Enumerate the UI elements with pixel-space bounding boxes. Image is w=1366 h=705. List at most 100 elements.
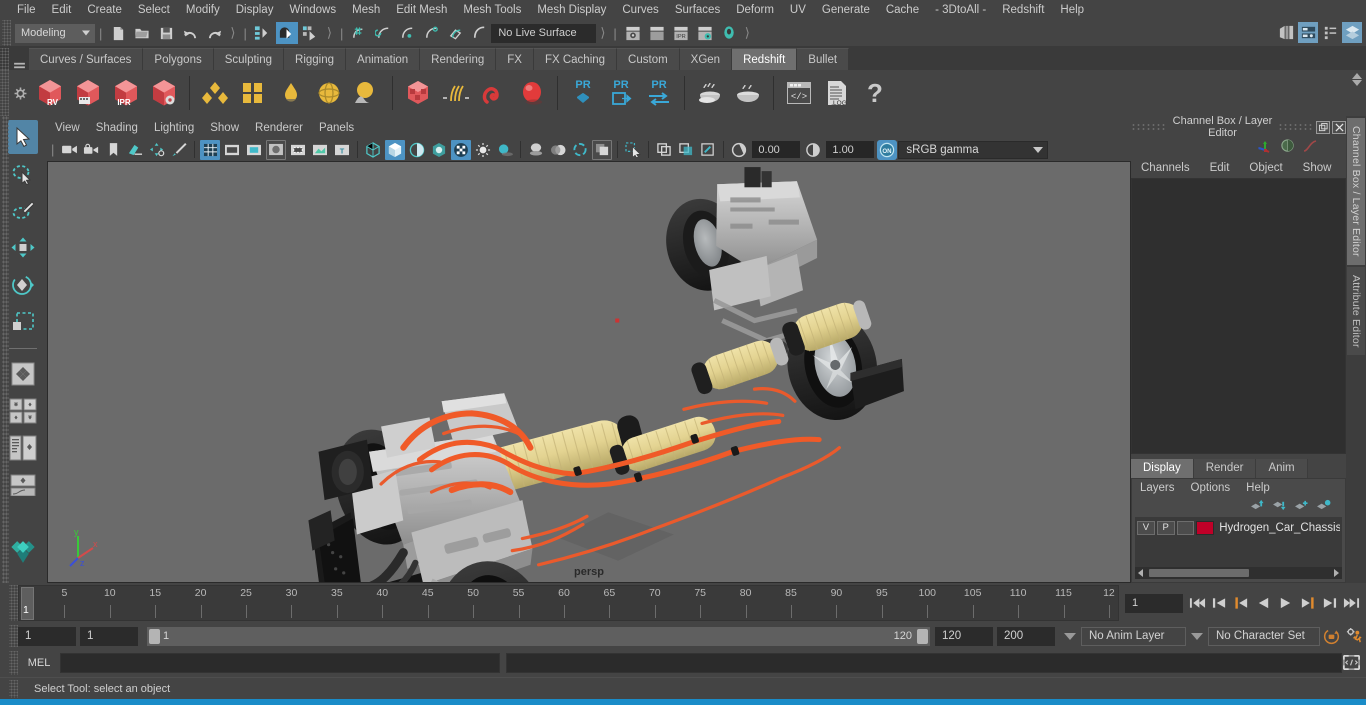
menu-create[interactable]: Create (79, 0, 130, 20)
lasso-select-tool[interactable] (8, 157, 38, 191)
range-end-handle[interactable] (917, 628, 928, 644)
step-back-frame-icon[interactable] (1231, 593, 1252, 614)
xray-icon[interactable] (654, 140, 674, 160)
select-by-component-icon[interactable] (300, 22, 322, 44)
redo-icon[interactable] (203, 22, 225, 44)
panel-grip[interactable] (1131, 123, 1167, 131)
layer-list-scrollbar[interactable] (1135, 567, 1342, 579)
xray-active-components-icon[interactable] (698, 140, 718, 160)
lighting-icon[interactable] (473, 140, 493, 160)
exposure-field[interactable]: 0.00 (752, 141, 801, 158)
shelf-tab-fx[interactable]: FX (496, 48, 534, 70)
layer-visibility-toggle[interactable]: V (1137, 520, 1155, 535)
motion-blur-icon[interactable] (548, 140, 568, 160)
xray-joints-icon[interactable] (676, 140, 696, 160)
auto-keyframe-icon[interactable] (1320, 625, 1343, 647)
live-surface-field[interactable]: No Live Surface (491, 23, 597, 43)
redshift-bake-all-button[interactable] (730, 74, 766, 112)
channel-box-toggle-icon[interactable] (1342, 22, 1362, 43)
layer-shading-toggle[interactable] (1176, 520, 1195, 535)
move-manipulator-icon[interactable] (1257, 139, 1273, 156)
shelf-scroll-arrows[interactable] (1352, 73, 1362, 86)
command-line-grip[interactable] (9, 651, 18, 675)
redshift-render-sequence-button[interactable] (70, 74, 106, 112)
time-slider[interactable]: 1 5 10 15 20 25 30 35 40 45 50 55 60 65 70 75 80 85 90 95 1… (18, 585, 1119, 621)
shelf-tab-custom[interactable]: Custom (617, 48, 680, 70)
range-start-field[interactable]: 1 (80, 626, 138, 646)
film-origin-icon[interactable] (288, 140, 308, 160)
channel-menu-show[interactable]: Show (1293, 162, 1342, 174)
gate-mask-icon[interactable] (266, 139, 287, 160)
move-tool[interactable] (8, 231, 38, 265)
new-layer-from-selected-icon[interactable] (1316, 499, 1331, 514)
redshift-log-button[interactable]: .LOG (819, 74, 855, 112)
channel-menu-channels[interactable]: Channels (1131, 162, 1200, 174)
persp-outliner-layout[interactable] (8, 431, 38, 465)
menu-cache[interactable]: Cache (878, 0, 927, 20)
play-backwards-icon[interactable] (1253, 593, 1274, 614)
range-end-field[interactable]: 120 (935, 626, 993, 646)
undock-icon[interactable] (1316, 120, 1330, 134)
menu-surfaces[interactable]: Surfaces (667, 0, 728, 20)
viewport-menu-view[interactable]: View (47, 118, 88, 138)
select-by-object-icon[interactable] (275, 22, 298, 44)
shelf-tab-redshift[interactable]: Redshift (732, 48, 798, 70)
new-scene-icon[interactable] (107, 22, 129, 44)
move-layer-down-icon[interactable] (1272, 499, 1287, 514)
render-settings-icon[interactable] (694, 22, 716, 44)
menu-display[interactable]: Display (228, 0, 282, 20)
rotate-tool[interactable] (8, 268, 38, 302)
menu-generate[interactable]: Generate (814, 0, 878, 20)
2d-pan-zoom-icon[interactable] (147, 140, 167, 160)
viewport-menu-panels[interactable]: Panels (311, 118, 362, 138)
safe-action-icon[interactable] (310, 140, 330, 160)
shelf-tab-sculpting[interactable]: Sculpting (213, 48, 285, 70)
redshift-volume-button[interactable] (476, 74, 512, 112)
scroll-thumb[interactable] (1149, 569, 1249, 577)
menu-edit[interactable]: Edit (44, 0, 80, 20)
go-to-start-icon[interactable] (1187, 593, 1208, 614)
snap-to-projected-center-icon[interactable] (420, 22, 442, 44)
shelf-bar-grip[interactable] (0, 70, 9, 116)
depth-of-field-icon[interactable] (592, 139, 613, 160)
shelf-tab-rigging[interactable]: Rigging (284, 48, 347, 70)
viewport-menu-lighting[interactable]: Lighting (146, 118, 202, 138)
layer-color-swatch[interactable] (1196, 520, 1215, 535)
redshift-pr-transfer-button[interactable]: PR (641, 74, 677, 112)
tool-box-grip[interactable] (2, 116, 9, 583)
menu-set-selector[interactable]: Modeling (15, 23, 95, 43)
isolate-select-icon[interactable] (623, 140, 643, 160)
anim-layer-chevron-icon[interactable] (1064, 632, 1076, 640)
redshift-pr-export-button[interactable]: PR (603, 74, 639, 112)
range-bar[interactable]: 1 120 (147, 626, 930, 646)
grid-toggle-icon[interactable] (200, 139, 221, 160)
camera-attributes-icon[interactable] (81, 140, 101, 160)
step-back-key-icon[interactable] (1209, 593, 1230, 614)
layer-name[interactable]: Hydrogen_Car_Chassis (1219, 522, 1340, 534)
character-set-chevron-icon[interactable] (1191, 632, 1203, 640)
redshift-render-settings-button[interactable] (146, 74, 182, 112)
save-scene-icon[interactable] (155, 22, 177, 44)
select-tool[interactable] (7, 120, 38, 154)
shadows-icon[interactable] (495, 140, 515, 160)
menu-mesh-display[interactable]: Mesh Display (529, 0, 614, 20)
menu-deform[interactable]: Deform (728, 0, 782, 20)
menu-windows[interactable]: Windows (281, 0, 344, 20)
contrast-icon[interactable] (803, 140, 823, 160)
shelf-scroll-down-icon[interactable] (1352, 80, 1362, 86)
resolution-gate-icon[interactable] (244, 140, 264, 160)
shelf-tab-polygons[interactable]: Polygons (143, 48, 214, 70)
menu-modify[interactable]: Modify (178, 0, 228, 20)
image-plane-icon[interactable] (125, 140, 145, 160)
undo-icon[interactable] (179, 22, 201, 44)
shelf-tab-bullet[interactable]: Bullet (797, 48, 850, 70)
menu-curves[interactable]: Curves (614, 0, 666, 20)
shelf-tab-fx-caching[interactable]: FX Caching (533, 48, 618, 70)
scroll-left-icon[interactable] (1138, 569, 1143, 577)
redshift-environment-button[interactable] (349, 74, 385, 112)
close-icon[interactable] (1332, 120, 1346, 134)
channel-box-content[interactable] (1131, 178, 1346, 454)
side-tab-attribute-editor[interactable]: Attribute Editor (1347, 266, 1365, 356)
go-to-end-icon[interactable] (1341, 593, 1362, 614)
layer-playback-toggle[interactable]: P (1156, 520, 1175, 535)
